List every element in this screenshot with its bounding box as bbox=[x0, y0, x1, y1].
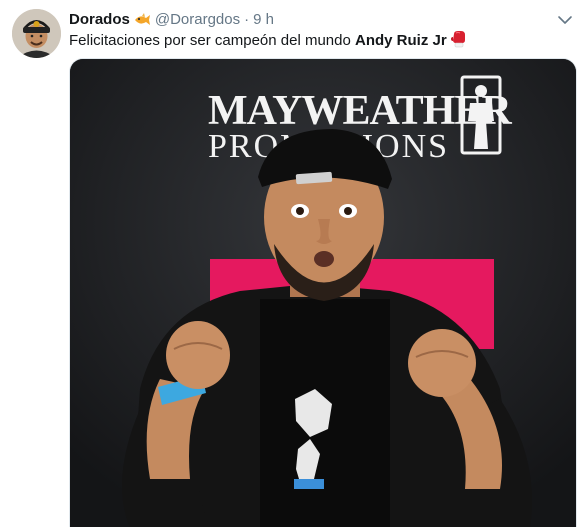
separator-dot: · bbox=[244, 11, 250, 28]
avatar-image bbox=[12, 9, 61, 58]
user-handle[interactable]: @Dorargdos bbox=[155, 10, 240, 30]
tweet-text: Felicitaciones por ser campeón del mundo… bbox=[69, 31, 466, 51]
photo-image: MAYWEATHER PROMOTIONS bbox=[70, 59, 576, 527]
display-name[interactable]: Dorados bbox=[69, 10, 130, 30]
chevron-down-icon[interactable] bbox=[557, 12, 573, 28]
timestamp[interactable]: 9 h bbox=[253, 10, 274, 30]
boxing-glove-icon bbox=[450, 31, 466, 48]
tweet-card[interactable]: Dorados @Dorargdos · 9 h Felicitaciones … bbox=[0, 0, 587, 527]
fish-emoji-icon bbox=[133, 11, 151, 29]
tweet-photo[interactable]: MAYWEATHER PROMOTIONS bbox=[69, 58, 577, 527]
tweet-text-bold: Andy Ruiz Jr bbox=[354, 32, 447, 49]
avatar[interactable] bbox=[12, 9, 61, 58]
tweet-text-prefix: Felicitaciones por ser campeón del mundo bbox=[69, 32, 355, 49]
tweet-header: Dorados @Dorargdos · 9 h bbox=[69, 10, 274, 30]
